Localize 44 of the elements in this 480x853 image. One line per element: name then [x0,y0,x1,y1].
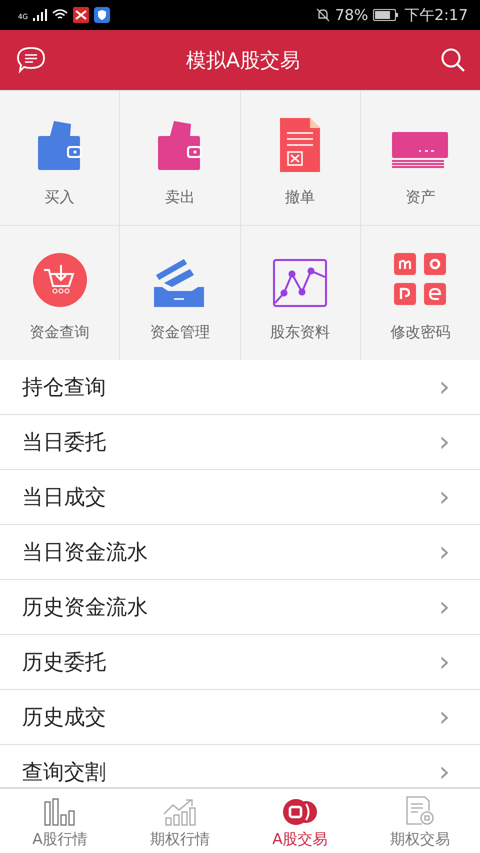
chevron-icon: › [438,538,450,566]
wallet-icon [36,118,84,172]
chevron-icon: › [438,593,450,621]
shield-icon [94,7,110,23]
coins-icon [282,798,318,826]
chevron-icon: › [438,428,450,456]
document-icon [405,796,435,826]
chevron-icon: › [438,648,450,676]
line-chart-icon [273,259,328,307]
battery-percent: 78% [334,6,368,24]
card-tray-icon [154,257,206,307]
bell-muted-icon [316,8,330,22]
chevron-icon: › [438,703,450,731]
page-title: 模拟A股交易 [186,46,300,74]
app-icon [72,7,89,23]
tiles-icon [394,253,446,307]
wallet-icon [156,118,204,172]
chevron-icon: › [438,758,450,786]
tab[interactable]: 期权行情 [120,789,240,853]
grid-item[interactable]: 撤单 [240,91,360,225]
chat-icon [16,46,46,74]
tab[interactable]: A股交易 [240,789,360,853]
document-icon [280,118,320,172]
grid-item[interactable]: 资金管理 [120,226,240,360]
tab[interactable]: 期权交易 [360,789,480,853]
battery-icon [373,9,400,21]
grid-item[interactable]: 资产 [360,91,480,225]
grid-item[interactable]: 股东资料 [240,226,360,360]
search-icon [440,47,466,73]
chevron-icon: › [438,373,450,401]
bar-chart-icon [44,798,76,826]
wifi-icon [52,9,68,21]
grid-item[interactable]: 资金查询 [0,226,120,360]
trend-chart-icon [163,798,197,826]
grid-item[interactable]: 修改密码 [360,226,480,360]
tab[interactable]: A股行情 [0,789,120,853]
message-button[interactable] [16,46,46,74]
cart-icon [32,253,87,307]
chevron-icon: › [438,483,450,511]
signal-icon [32,9,47,21]
grid-item[interactable]: 卖出 [120,91,240,225]
grid-item[interactable]: 买入 [0,91,120,225]
clock: 下午2:17 [404,6,468,24]
search-button[interactable] [440,47,466,73]
